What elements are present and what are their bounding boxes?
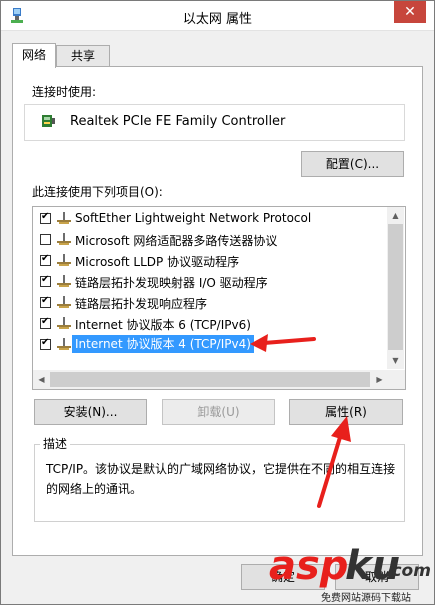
window-title: 以太网 属性: [182, 12, 253, 27]
scroll-down-icon[interactable]: ▼: [387, 352, 404, 369]
title-bar: 以太网 属性 ✕: [1, 1, 434, 31]
scroll-up-icon[interactable]: ▲: [387, 207, 404, 224]
item-checkbox[interactable]: [40, 274, 51, 287]
item-label: 链路层拓扑发现映射器 I/O 驱动程序: [75, 276, 268, 290]
item-label: SoftEther Lightweight Network Protocol: [75, 211, 312, 225]
list-item[interactable]: Microsoft LLDP 协议驱动程序: [33, 250, 387, 271]
horizontal-scrollbar[interactable]: ◀ ▶: [33, 370, 388, 389]
scroll-corner: [388, 370, 405, 389]
protocol-icon: [57, 296, 71, 308]
horizontal-scroll-thumb[interactable]: [50, 372, 370, 387]
list-item[interactable]: SoftEther Lightweight Network Protocol: [33, 208, 387, 229]
list-item[interactable]: Microsoft 网络适配器多路传送器协议: [33, 229, 387, 250]
protocol-icon: [57, 233, 71, 245]
description-legend: 描述: [40, 435, 71, 452]
item-checkbox[interactable]: [40, 211, 51, 224]
install-button[interactable]: 安装(N)...: [34, 399, 147, 425]
vertical-scrollbar[interactable]: ▲ ▼: [387, 207, 404, 369]
watermark-tagline: 免费网站源码下载站: [321, 593, 411, 604]
description-text: TCP/IP。该协议是默认的广域网络协议，它提供在不同的相互连接的网络上的通讯。: [46, 462, 396, 496]
list-item-selected[interactable]: Internet 协议版本 4 (TCP/IPv4): [33, 334, 387, 355]
item-label: Microsoft LLDP 协议驱动程序: [75, 255, 240, 269]
vertical-scroll-thumb[interactable]: [388, 224, 403, 350]
item-checkbox[interactable]: [40, 234, 51, 245]
item-checkbox[interactable]: [40, 337, 51, 350]
item-label: Microsoft 网络适配器多路传送器协议: [75, 234, 278, 248]
protocol-icon: [57, 275, 71, 287]
tab-network[interactable]: 网络: [12, 43, 56, 68]
item-label: Internet 协议版本 6 (TCP/IPv6): [75, 318, 251, 332]
adapter-box: Realtek PCIe FE Family Controller: [24, 104, 405, 141]
watermark: asp ku .com 免费网站源码下载站: [269, 541, 435, 605]
adapter-card-icon: [42, 115, 55, 127]
protocol-icon: [57, 338, 71, 350]
close-button[interactable]: ✕: [394, 1, 426, 23]
protocol-icon: [57, 212, 71, 224]
list-item[interactable]: 链路层拓扑发现映射器 I/O 驱动程序: [33, 271, 387, 292]
uninstall-button[interactable]: 卸载(U): [162, 399, 275, 425]
item-label: Internet 协议版本 4 (TCP/IPv4): [72, 335, 254, 353]
scroll-right-icon[interactable]: ▶: [371, 370, 388, 389]
scroll-left-icon[interactable]: ◀: [33, 370, 50, 389]
adapter-name: Realtek PCIe FE Family Controller: [70, 114, 286, 129]
protocol-icon: [57, 317, 71, 329]
components-list[interactable]: SoftEther Lightweight Network Protocol M…: [32, 206, 406, 390]
properties-dialog: 以太网 属性 ✕ 网络 共享 连接时使用: Realtek PCIe FE Fa…: [0, 0, 435, 605]
item-label: 链路层拓扑发现响应程序: [75, 297, 208, 311]
item-checkbox[interactable]: [40, 295, 51, 308]
connect-using-label: 连接时使用:: [32, 85, 97, 99]
item-checkbox[interactable]: [40, 316, 51, 329]
item-checkbox[interactable]: [40, 253, 51, 266]
items-label: 此连接使用下列项目(O):: [32, 185, 163, 199]
watermark-brand-a: asp: [269, 543, 349, 589]
watermark-brand-c: .com: [385, 561, 431, 581]
configure-button[interactable]: 配置(C)...: [301, 151, 404, 177]
protocol-icon: [57, 254, 71, 266]
list-item[interactable]: Internet 协议版本 6 (TCP/IPv6): [33, 313, 387, 334]
properties-button[interactable]: 属性(R): [289, 399, 403, 425]
list-item[interactable]: 链路层拓扑发现响应程序: [33, 292, 387, 313]
tab-sharing[interactable]: 共享: [56, 45, 110, 67]
